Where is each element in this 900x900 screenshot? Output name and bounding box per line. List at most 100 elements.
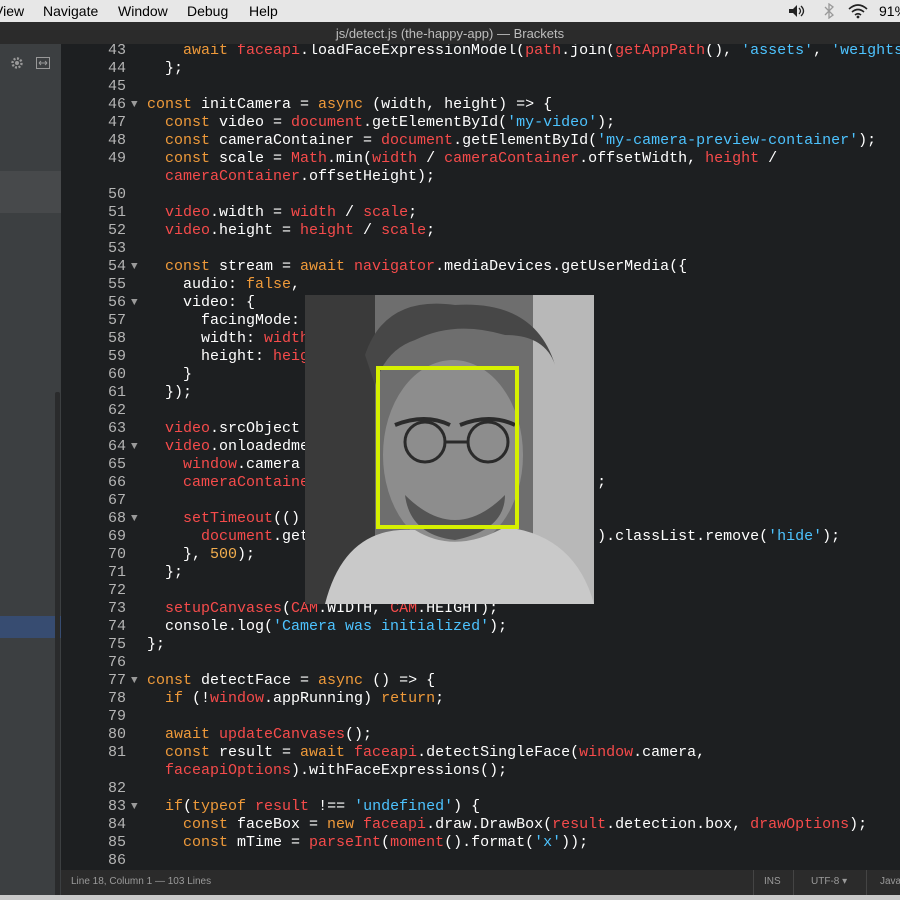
bluetooth-icon[interactable] [823,3,835,19]
fold-toggle-icon[interactable]: ▼ [131,96,138,114]
code-token: document [381,132,454,149]
menu-window[interactable]: Window [118,3,168,19]
code-line[interactable]: 76 [61,654,900,672]
code-token: Math [291,150,328,167]
battery-percentage[interactable]: 91% [879,3,900,19]
code-token: ; [435,690,445,707]
wifi-icon[interactable] [848,3,868,19]
menu-navigate[interactable]: Navigate [43,3,98,19]
code-token: window [147,456,238,473]
gear-icon[interactable] [10,56,24,70]
encoding-select[interactable]: UTF-8 ▾ [811,876,847,887]
selected-file-row[interactable] [0,616,61,638]
code-line[interactable]: 85 const mTime = parseInt(moment().forma… [61,834,900,852]
code-token: false [246,276,292,293]
code-line[interactable]: 55 audio: false, [61,276,900,294]
sidebar-scrollbar[interactable] [55,392,60,895]
code-line[interactable]: 81 const result = await faceapi.detectSi… [61,744,900,762]
code-line[interactable]: 44 }; [61,60,900,78]
insert-mode-toggle[interactable]: INS [764,876,781,887]
code-line[interactable]: 50 [61,186,900,204]
code-token: ); [597,114,616,131]
line-number: 45 [107,78,126,95]
code-text: }, 500); [147,546,255,564]
menu-debug[interactable]: Debug [187,3,228,19]
fold-toggle-icon[interactable]: ▼ [131,294,138,312]
line-number: 56 [107,294,126,311]
code-line[interactable]: 51 video.width = width / scale; [61,204,900,222]
line-number: 50 [107,186,126,203]
code-line[interactable]: 78 if (!window.appRunning) return; [61,690,900,708]
code-line[interactable]: 82 [61,780,900,798]
code-token: .join( [561,44,616,59]
code-text: }; [147,564,183,582]
code-line[interactable]: 83 ▼ if(typeof result !== 'undefined') { [61,798,900,816]
code-line[interactable]: 53 [61,240,900,258]
code-line[interactable]: 75}; [61,636,900,654]
code-line[interactable]: 49 const scale = Math.min(width / camera… [61,150,900,168]
status-divider [753,870,754,895]
code-token: .getElementById( [453,132,598,149]
language-select[interactable]: Java [880,876,900,887]
code-token: width: [147,330,265,347]
code-line[interactable]: 46 ▼ const initCamera = async (width, heig… [61,96,900,114]
code-token: const [147,744,220,761]
line-number: 43 [107,44,126,59]
fold-toggle-icon[interactable]: ▼ [131,258,138,276]
line-number: 71 [107,564,126,581]
code-line[interactable]: 80 await updateCanvases(); [61,726,900,744]
code-token: cameraContaine [147,474,310,491]
code-line[interactable]: 52 video.height = height / scale; [61,222,900,240]
code-token: await [147,726,220,743]
code-line[interactable]: 43 await faceapi.loadFaceExpressionModel… [61,44,900,60]
code-text: audio: false, [147,276,300,294]
code-token: facingMode: [147,312,301,329]
code-text: const cameraContainer = document.getElem… [147,132,876,150]
code-token: }; [147,636,166,653]
fold-toggle-icon[interactable]: ▼ [131,798,138,816]
code-line[interactable]: 86 [61,852,900,870]
code-token: if [147,798,184,815]
line-number: 79 [107,708,126,725]
code-text: const detectFace = async () => { [147,672,435,690]
code-token: 500 [210,546,238,563]
line-number: 55 [107,276,126,293]
line-number: 75 [107,636,126,653]
code-line[interactable]: 77 ▼ const detectFace = async () => { [61,672,900,690]
code-text: const stream = await navigator.mediaDevi… [147,258,687,276]
code-token: getAppPath [615,44,706,59]
line-number: 72 [107,582,126,599]
code-line[interactable]: 84 const faceBox = new faceapi.draw.Draw… [61,816,900,834]
code-line[interactable]: cameraContainer.offsetHeight); [61,168,900,186]
code-token: / [759,150,778,167]
code-text: } [147,366,192,384]
split-view-icon[interactable] [36,57,50,69]
fold-toggle-icon[interactable]: ▼ [131,438,138,456]
code-line[interactable]: faceapiOptions).withFaceExpressions(); [61,762,900,780]
code-token: detectFace = [201,672,319,689]
line-number: 47 [107,114,126,131]
code-line[interactable]: 54 ▼ const stream = await navigator.media… [61,258,900,276]
code-token: async [318,96,373,113]
code-token: async [318,672,373,689]
code-token: .detection.box, [606,816,751,833]
code-line[interactable]: 48 const cameraContainer = document.getE… [61,132,900,150]
code-token: mTime = [237,834,310,851]
code-text: setTimeout(() [147,510,300,528]
code-token: setTimeout [147,510,274,527]
menu-help[interactable]: Help [249,3,278,19]
menu-view[interactable]: View [0,3,24,19]
code-line[interactable]: 74 console.log('Camera was initialized')… [61,618,900,636]
code-line[interactable]: 45 [61,78,900,96]
volume-icon[interactable] [788,4,806,18]
code-token: video [147,420,211,437]
code-line[interactable]: 47 const video = document.getElementById… [61,114,900,132]
fold-toggle-icon[interactable]: ▼ [131,510,138,528]
code-token: const [147,114,220,131]
window-titlebar: js/detect.js (the-happy-app) — Brackets [0,22,900,44]
fold-toggle-icon[interactable]: ▼ [131,672,138,690]
code-line[interactable]: 79 [61,708,900,726]
status-bar: Line 18, Column 1 — 103 Lines INS UTF-8 … [61,870,900,895]
code-token: 'undefined' [354,798,454,815]
code-token: 'my-video' [507,114,598,131]
